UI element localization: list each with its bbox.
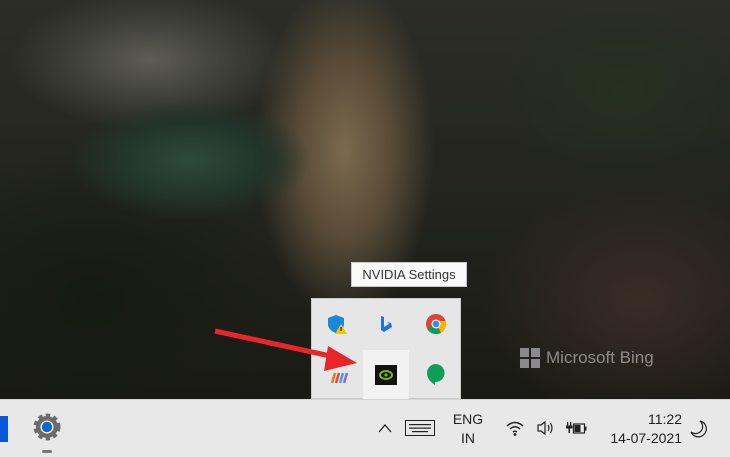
language-indicator[interactable]: ENG IN bbox=[448, 410, 488, 448]
time: 11:22 bbox=[648, 411, 682, 427]
focus-assist-moon-icon[interactable] bbox=[686, 416, 712, 442]
language-code: ENG bbox=[452, 411, 484, 427]
taskbar: ENG IN 11:22 14-07-2021 bbox=[0, 399, 730, 457]
clock[interactable]: 11:22 14-07-2021 bbox=[600, 410, 682, 448]
date: 14-07-2021 bbox=[610, 430, 682, 446]
show-hidden-icons-chevron-icon[interactable] bbox=[375, 418, 395, 438]
start-button[interactable] bbox=[0, 416, 8, 442]
annotation-arrow bbox=[214, 328, 357, 371]
touch-keyboard-icon[interactable] bbox=[403, 418, 437, 438]
settings-icon[interactable] bbox=[31, 411, 63, 443]
wifi-icon[interactable] bbox=[503, 418, 527, 438]
running-indicator bbox=[42, 450, 52, 453]
volume-icon[interactable] bbox=[534, 418, 556, 438]
battery-charging-icon[interactable] bbox=[564, 418, 590, 438]
region-code: IN bbox=[461, 430, 475, 446]
